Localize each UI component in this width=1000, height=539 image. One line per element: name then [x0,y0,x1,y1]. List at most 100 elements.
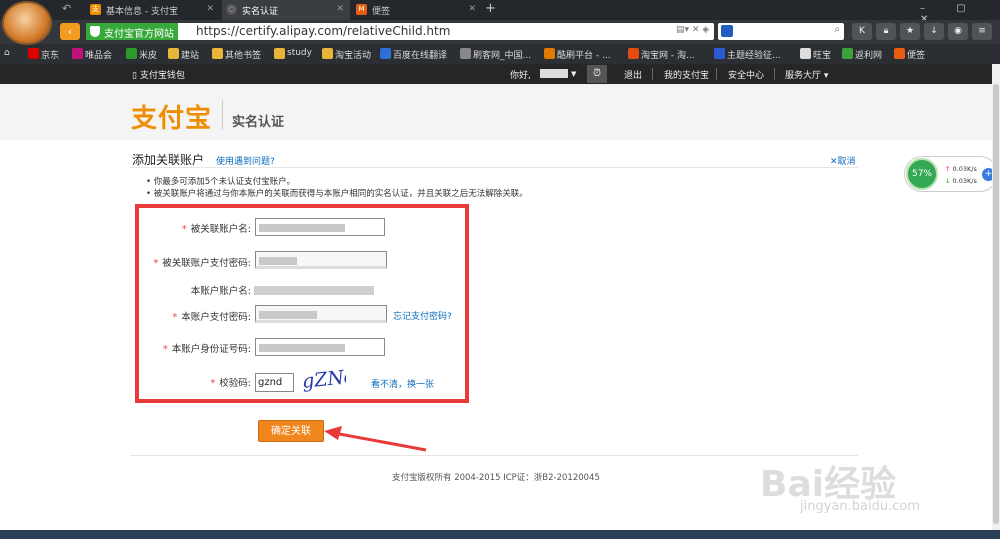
bookmark-taobao[interactable]: 淘宝网 - 淘... [628,48,695,61]
id-number-input[interactable] [255,338,385,356]
star-button[interactable]: ★ [900,23,920,40]
wallet-link[interactable]: ▯ 支付宝钱包 [132,68,185,81]
note-item: • 你最多可添加5个未认证支付宝账户。 [146,177,296,187]
required-marker: * [210,378,216,389]
help-link[interactable]: 使用遇到问题? [216,154,275,167]
redacted-value [259,257,297,265]
captcha-text: gZNd [301,366,346,392]
captcha-image[interactable]: gZNd [300,366,346,392]
alipay-logo[interactable]: 支付宝 [131,98,212,135]
scrollbar-thumb[interactable] [993,84,999,524]
jd-icon [28,48,39,59]
browser-logo-icon[interactable] [2,1,52,45]
search-engine-icon[interactable] [721,25,733,37]
username-redacted [540,69,568,78]
page-icon [460,48,471,59]
folder-icon [168,48,179,59]
close-icon[interactable]: ✕ [206,4,214,14]
bookmark-fanli[interactable]: 返利网 [842,48,882,61]
redacted-value [259,344,345,352]
page-scrollbar[interactable] [992,64,1000,530]
bookmark-notes[interactable]: 便签 [894,48,925,61]
toolbar-k-button[interactable]: K [852,23,872,40]
bookmark-other[interactable]: 其他书签 [212,48,261,61]
close-icon[interactable]: ✕ [336,4,344,14]
security-center-link[interactable]: 安全中心 [728,68,764,81]
required-marker: * [172,312,178,323]
mipi-icon [126,48,137,59]
cancel-link[interactable]: ✕取消 [830,154,856,167]
tab-basic-info[interactable]: 支 基本信息 - 支付宝 ✕ [86,0,220,20]
download-speed: ↓ 0.03K/s [945,177,977,185]
required-marker: * [153,258,159,269]
bookmark-taobao-activity[interactable]: 淘宝活动 [322,48,371,61]
close-icon[interactable]: ✕ [468,4,476,14]
down-arrow-icon: ↓ [945,177,951,185]
linked-account-input[interactable] [255,218,385,236]
alipay-icon: 支 [90,4,101,15]
bookmark-topic[interactable]: 主题经验征... [714,48,781,61]
network-speed-widget[interactable]: 57% ↑ 0.03K/s ↓ 0.03K/s + [904,156,998,192]
divider [652,68,653,80]
divider [774,68,775,80]
service-hall-link[interactable]: 服务大厅 ▾ [785,68,828,81]
required-marker: * [182,224,187,235]
bookmark-kushua[interactable]: 酷刷平台 - ... [544,48,611,61]
linked-password-input[interactable] [255,251,387,269]
dropdown-icon[interactable]: ▤▾ ✕ ◈ [676,25,709,35]
confirm-link-button[interactable]: 确定关联 [258,420,324,442]
forgot-password-link[interactable]: 忘记支付密码? [393,309,452,322]
own-account-value-redacted [254,286,374,295]
header-subtitle: 实名认证 [232,115,285,130]
captcha-input[interactable]: gznd [255,373,294,392]
annotation-arrow-icon [324,426,427,452]
tab-label: 基本信息 - 支付宝 [106,7,178,17]
bookmark-mipi[interactable]: 米皮 [126,48,157,61]
url-text[interactable]: https://certify.alipay.com/relativeChild… [196,24,450,38]
divider [130,455,858,456]
undo-close-icon[interactable]: ↶ [62,2,71,15]
refresh-captcha-link[interactable]: 看不清，换一张 [371,377,434,390]
tab-label: 便签 [372,7,391,17]
logout-link[interactable]: 退出 [624,68,642,81]
note-item: • 被关联账户将通过与你本账户的关联而获得与本账户相同的实名认证，并且关联之后无… [146,189,528,199]
redacted-value [259,311,317,319]
bookmark-jd[interactable]: 京东 [28,48,59,61]
own-password-input[interactable] [255,305,387,323]
bookmark-shuake[interactable]: 刷客网_中国... [460,48,531,61]
bookmark-vip[interactable]: 唯品会 [72,48,112,61]
bookmark-baidu-translate[interactable]: 百度在线翻译 [380,48,447,61]
redacted-value [259,224,345,232]
back-button[interactable]: ‹ [60,23,80,40]
search-box[interactable]: ⌕ [718,23,844,40]
field-label-own-password: * 本账户支付密码: [172,312,251,323]
new-tab-button[interactable]: + [485,1,496,16]
home-icon[interactable]: ⌂ [4,48,10,58]
search-icon[interactable]: ⌕ [834,24,840,35]
tab-notes[interactable]: M 便签 ✕ [352,0,482,20]
my-alipay-link[interactable]: 我的支付宝 [664,68,709,81]
shield-icon [90,26,100,37]
upload-speed: ↑ 0.03K/s [945,165,977,173]
clock-icon[interactable]: ⏰︎ [587,65,607,83]
tab-certify[interactable]: ◌ 实名认证 ✕ [222,0,350,20]
loading-icon: ◌ [226,4,237,15]
chevron-down-icon[interactable]: ▼ [571,70,576,78]
page-icon [800,48,811,59]
bookmark-study[interactable]: study [274,48,312,59]
address-bar-row: ‹ 支付宝官方网站 https://certify.alipay.com/rel… [0,20,1000,44]
fanli-icon [842,48,853,59]
gamepad-button[interactable]: ◉ [948,23,968,40]
menu-button[interactable]: ≡ [972,23,992,40]
download-button[interactable]: ↓ [924,23,944,40]
secure-badge: 支付宝官方网站 [86,23,178,40]
lock-button[interactable]: 🔒︎ [876,23,896,40]
address-field[interactable]: 支付宝官方网站 https://certify.alipay.com/relat… [86,23,714,40]
tab-label: 实名认证 [242,7,279,17]
field-label-captcha: * 校验码: [210,378,251,389]
bookmark-jianzhan[interactable]: 建站 [168,48,199,61]
os-taskbar [0,530,1000,539]
bookmark-wangbao[interactable]: 旺宝 [800,48,831,61]
paw-icon [714,48,725,59]
folder-icon [274,48,285,59]
